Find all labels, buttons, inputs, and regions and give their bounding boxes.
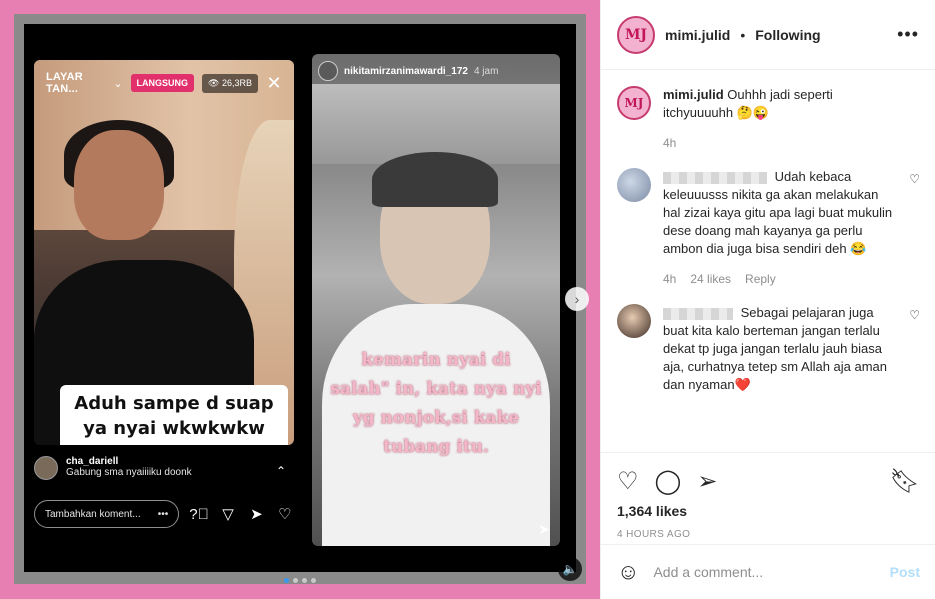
- avatar: [34, 456, 58, 480]
- list-item: Udah kebaca keleuuusss nikita ga akan me…: [617, 168, 920, 288]
- reply-button[interactable]: Reply: [745, 270, 776, 288]
- person-left-face: [74, 130, 164, 240]
- post-header: MJ mimi.julid • Following •••: [601, 0, 935, 70]
- carousel-dot: [293, 578, 298, 583]
- media-frame: LAYAR TAN... ⌄ LANGSUNG 👁 26,3RB ✕ Aduh …: [14, 14, 586, 584]
- comment-icon[interactable]: ◯: [655, 467, 682, 496]
- left-live-screenshot: LAYAR TAN... ⌄ LANGSUNG 👁 26,3RB ✕ Aduh …: [34, 60, 294, 445]
- question-icon: ?⃝: [189, 505, 209, 523]
- heart-icon: ♡: [278, 506, 292, 523]
- comment-meta: 4h: [663, 134, 896, 152]
- carousel-dot: [284, 578, 289, 583]
- comment-time: 4h: [663, 136, 677, 150]
- separator: •: [740, 26, 746, 43]
- person-cap: [372, 152, 498, 207]
- filter-icon: ▽: [222, 506, 234, 523]
- media-canvas: LAYAR TAN... ⌄ LANGSUNG 👁 26,3RB ✕ Aduh …: [24, 24, 576, 572]
- bookmark-icon[interactable]: 🔖︎: [890, 467, 920, 496]
- avatar[interactable]: [617, 168, 651, 202]
- comments-list[interactable]: MJ mimi.julid Ouhhh jadi seperti itchyuu…: [601, 70, 935, 452]
- live-comment-placeholder: Tambahkan koment...: [45, 508, 141, 520]
- live-bottom-bar: Tambahkan koment... ••• ?⃝ ▽ ➤ ♡: [34, 499, 294, 529]
- live-comment: cha_dariell Gabung sma nyaiiiiku doonk ⌃: [34, 456, 294, 480]
- sound-toggle-button[interactable]: 🔈: [558, 557, 582, 581]
- caption-comment: MJ mimi.julid Ouhhh jadi seperti itchyuu…: [617, 86, 920, 152]
- likes-count[interactable]: 1,364 likes: [617, 503, 920, 519]
- emoji-icon[interactable]: ☺: [617, 559, 639, 585]
- author-username[interactable]: mimi.julid: [665, 27, 730, 43]
- action-bar: ♡ ◯ ➢ 🔖︎: [617, 461, 920, 501]
- avatar[interactable]: [617, 304, 651, 338]
- comment-body: mimi.julid Ouhhh jadi seperti itchyuuuuh…: [663, 86, 920, 152]
- live-title: LAYAR TAN...: [46, 71, 83, 95]
- blurred-username: [663, 171, 767, 184]
- send-icon: ➤: [250, 506, 263, 523]
- viewer-count: 👁 26,3RB: [202, 73, 258, 93]
- post-actions: ♡ ◯ ➢ 🔖︎ 1,364 likes 4 HOURS AGO: [601, 452, 935, 540]
- carousel-dot: [311, 578, 316, 583]
- post-timestamp: 4 HOURS AGO: [617, 529, 691, 540]
- post-sidebar: MJ mimi.julid • Following ••• MJ mimi.ju…: [600, 0, 935, 599]
- more-icon: •••: [157, 508, 169, 520]
- right-caption: kemarin nyai di salah" in, kata nya nyi …: [330, 350, 542, 457]
- heart-icon[interactable]: ♡: [617, 467, 639, 496]
- heart-icon[interactable]: ♡: [909, 172, 920, 186]
- add-comment-bar: ☺ Add a comment... Post: [601, 544, 935, 599]
- viewer-count-value: 26,3RB: [221, 77, 252, 88]
- live-top-bar: LAYAR TAN... ⌄ LANGSUNG 👁 26,3RB ✕: [46, 71, 282, 95]
- carousel-dot: [302, 578, 307, 583]
- comment-time: 4h: [663, 272, 677, 286]
- live-comment-text: Gabung sma nyaiiiiku doonk: [66, 467, 192, 478]
- comment-meta: 4h 24 likes Reply: [663, 270, 896, 288]
- avatar[interactable]: MJ: [617, 15, 655, 54]
- right-story-screenshot: nikitamirzanimawardi_172 4 jam kemarin n…: [312, 54, 560, 546]
- story-top-bar: nikitamirzanimawardi_172 4 jam: [318, 60, 554, 82]
- send-icon[interactable]: ➢: [697, 467, 717, 496]
- live-comment-body: cha_dariell Gabung sma nyaiiiiku doonk: [66, 456, 192, 478]
- carousel-dots: [284, 578, 316, 583]
- live-comment-input: Tambahkan koment... •••: [34, 500, 180, 528]
- chevron-down-icon: ⌄: [113, 77, 123, 90]
- list-item: Sebagai pelajaran juga buat kita kalo be…: [617, 304, 920, 394]
- comment-body: Sebagai pelajaran juga buat kita kalo be…: [663, 304, 920, 394]
- post-button[interactable]: Post: [890, 564, 920, 580]
- following-button[interactable]: Following: [755, 27, 820, 43]
- story-time: 4 jam: [473, 65, 499, 77]
- comment-user[interactable]: mimi.julid: [663, 87, 724, 102]
- close-icon: ✕: [266, 72, 282, 93]
- heart-icon[interactable]: ♡: [909, 308, 920, 322]
- comment-body: Udah kebaca keleuuusss nikita ga akan me…: [663, 168, 920, 288]
- comment-likes[interactable]: 24 likes: [690, 270, 731, 288]
- avatar: [318, 61, 338, 81]
- live-comment-user: cha_dariell: [66, 456, 119, 467]
- post-media[interactable]: LAYAR TAN... ⌄ LANGSUNG 👁 26,3RB ✕ Aduh …: [0, 0, 600, 599]
- next-slide-button[interactable]: ›: [565, 287, 589, 311]
- live-badge: LANGSUNG: [130, 74, 195, 92]
- more-options-icon[interactable]: •••: [897, 24, 919, 45]
- blurred-username: [663, 307, 733, 320]
- chevron-up-icon: ⌃: [275, 464, 286, 478]
- instagram-post: LAYAR TAN... ⌄ LANGSUNG 👁 26,3RB ✕ Aduh …: [0, 0, 935, 599]
- avatar[interactable]: MJ: [617, 86, 651, 120]
- send-icon: ➤: [538, 521, 550, 537]
- comment-input[interactable]: Add a comment...: [653, 564, 875, 580]
- story-user: nikitamirzanimawardi_172: [344, 65, 468, 77]
- left-caption: Aduh sampe d suap ya nyai wkwkwkw parah …: [60, 385, 288, 445]
